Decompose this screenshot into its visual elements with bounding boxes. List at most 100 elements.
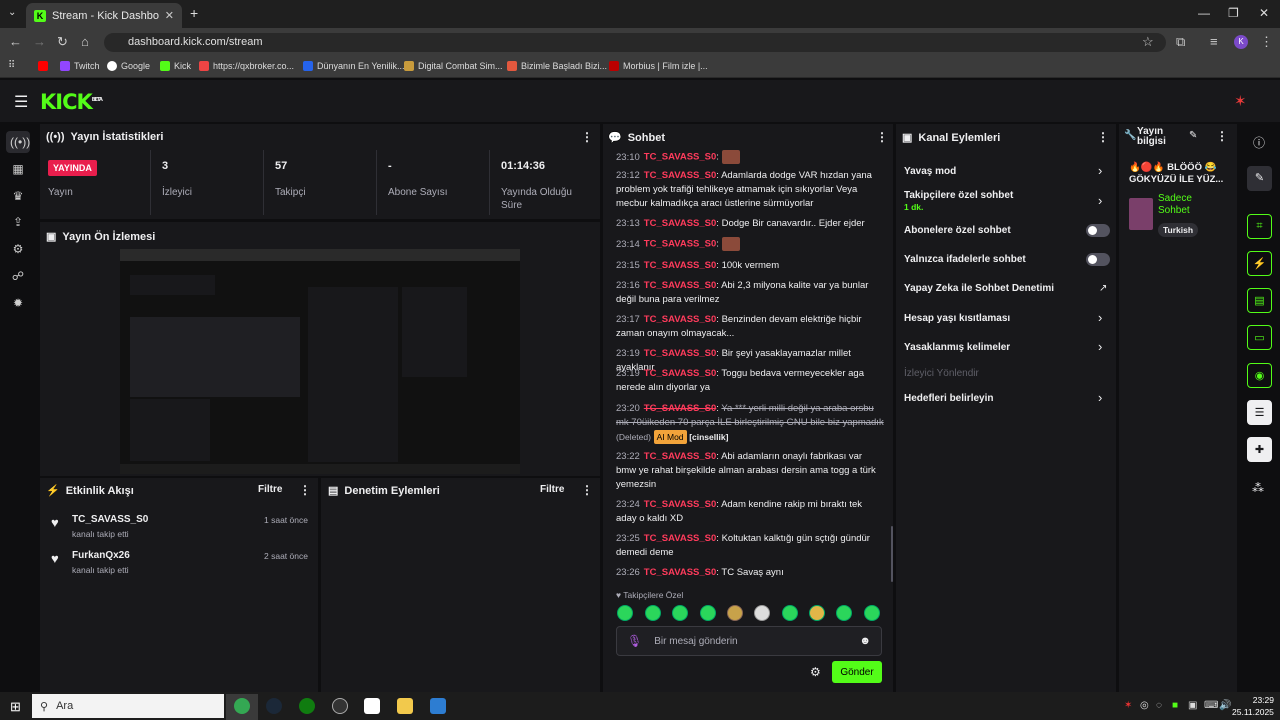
apps-grid-icon[interactable]: ⠿ — [8, 60, 15, 71]
tray-icon[interactable]: ■ — [1172, 700, 1178, 711]
bookmark-1[interactable]: Google — [107, 61, 150, 71]
msg-user[interactable]: TC_SAVASS_S0 — [644, 218, 717, 229]
minimize-icon[interactable]: — — [1198, 6, 1210, 20]
stats-menu-icon[interactable]: ⋮ — [581, 130, 593, 144]
emote-chat-toggle[interactable] — [1086, 253, 1110, 266]
bookmark-3[interactable]: https://qxbroker.co... — [199, 61, 294, 71]
emote-button[interactable] — [672, 605, 688, 621]
emote-button[interactable] — [836, 605, 852, 621]
volume-icon[interactable]: 🔊 — [1219, 700, 1231, 711]
msg-user[interactable]: TC_SAVASS_S0 — [644, 499, 717, 510]
external-link-icon[interactable]: ↗ — [1099, 283, 1107, 294]
bookmark-2[interactable]: Kick — [160, 61, 191, 71]
file-explorer-icon[interactable] — [397, 698, 413, 714]
emote-button[interactable] — [645, 605, 661, 621]
media-icon[interactable]: ≡ — [1210, 34, 1218, 49]
chat-settings-icon[interactable]: ⚙ — [810, 665, 821, 679]
document-icon[interactable]: ▤ — [1247, 288, 1272, 313]
microphone-icon[interactable]: 🎙 — [627, 634, 642, 648]
msg-user[interactable]: TC_SAVASS_S0 — [644, 368, 717, 379]
send-button[interactable]: Gönder — [832, 661, 882, 683]
url-field[interactable]: dashboard.kick.com/stream — [104, 33, 1166, 52]
info-icon[interactable]: ⓘ — [1253, 134, 1265, 151]
connections-icon[interactable]: ⁂ — [1252, 481, 1264, 495]
msg-user[interactable]: TC_SAVASS_S0 — [644, 533, 717, 544]
bookmark-0[interactable]: Twitch — [60, 61, 100, 71]
browser-menu-icon[interactable]: ⋮ — [1260, 34, 1273, 50]
taskbar-search[interactable]: ⚲ Ara — [32, 694, 224, 718]
emoji-icon[interactable]: ☻ — [859, 635, 871, 647]
msg-user[interactable]: TC_SAVASS_S0 — [644, 260, 717, 271]
moderation-filter-button[interactable]: Filtre — [540, 484, 564, 495]
steam-icon[interactable] — [266, 698, 282, 714]
tray-icon[interactable]: ▣ — [1188, 700, 1197, 711]
emote-button[interactable] — [809, 605, 825, 621]
app-icon[interactable] — [332, 698, 348, 714]
settings-nav-icon[interactable]: ✹ — [10, 296, 26, 310]
capcut-icon[interactable] — [364, 698, 380, 714]
activity-user[interactable]: FurkanQx26 — [72, 550, 130, 561]
emote-button[interactable] — [754, 605, 770, 621]
msg-user[interactable]: TC_SAVASS_S0 — [644, 314, 717, 325]
chat-icon[interactable]: ▭ — [1247, 325, 1272, 350]
wrench-icon[interactable]: ✚ — [1247, 437, 1272, 462]
chevron-right-icon[interactable]: › — [1098, 339, 1102, 354]
close-window-icon[interactable]: ✕ — [1259, 6, 1269, 20]
tray-icon[interactable]: ◌ — [1156, 700, 1162, 711]
msg-user[interactable]: TC_SAVASS_S0 — [644, 152, 717, 163]
emote-button[interactable] — [782, 605, 798, 621]
stream-preview-video[interactable] — [120, 249, 520, 474]
msg-user[interactable]: TC_SAVASS_S0 — [644, 567, 717, 578]
chrome-icon[interactable] — [234, 698, 250, 714]
msg-user[interactable]: TC_SAVASS_S0 — [644, 403, 717, 414]
reload-icon[interactable]: ↻ — [57, 34, 68, 50]
bookmark-7[interactable]: Morbius | Film izle |... — [609, 61, 708, 71]
bookmark-star-icon[interactable]: ☆ — [1142, 34, 1154, 50]
moderation-menu-icon[interactable]: ⋮ — [581, 483, 593, 497]
analytics-nav-icon[interactable]: ▦ — [10, 162, 26, 176]
chevron-right-icon[interactable]: › — [1098, 193, 1102, 208]
tab-list-icon[interactable]: ⌄ — [8, 7, 16, 18]
broadcast-icon[interactable]: ◉ — [1247, 363, 1272, 388]
activity-filter-button[interactable]: Filtre — [258, 484, 282, 495]
goals-item[interactable]: Hedefleri belirleyin — [904, 393, 993, 404]
bookmark-5[interactable]: Digital Combat Sim... — [404, 61, 503, 71]
upload-nav-icon[interactable]: ⇪ — [10, 215, 26, 229]
windows-start-icon[interactable]: ⊞ — [10, 699, 21, 715]
age-restrict-item[interactable]: Hesap yaşı kısıtlaması — [904, 313, 1010, 324]
tools-nav-icon[interactable]: ⚙ — [10, 242, 26, 256]
slow-mode-item[interactable]: Yavaş mod — [904, 166, 956, 177]
clock-date[interactable]: 25.11.2025 — [1232, 707, 1274, 717]
stream-nav-icon[interactable]: ((•)) — [10, 135, 30, 149]
chat-scrollbar[interactable] — [891, 526, 893, 582]
ai-mod-item[interactable]: Yapay Zeka ile Sohbet Denetimi — [904, 283, 1054, 294]
msg-user[interactable]: TC_SAVASS_S0 — [644, 451, 717, 462]
chevron-right-icon[interactable]: › — [1098, 163, 1102, 178]
bolt-icon[interactable]: ⚡ — [1247, 251, 1272, 276]
network-icon[interactable]: ⌨ — [1204, 700, 1218, 711]
subs-chat-toggle[interactable] — [1086, 224, 1110, 237]
emote-button[interactable] — [617, 605, 633, 621]
close-tab-icon[interactable]: ✕ — [165, 9, 174, 22]
user-avatar-icon[interactable]: ✶ — [1234, 92, 1247, 110]
edit-icon[interactable]: ✎ — [1189, 130, 1197, 141]
bookmark-youtube[interactable] — [38, 61, 48, 71]
whatsapp-icon[interactable]: ◎ — [1140, 700, 1149, 711]
followers-chat-item[interactable]: Takipçilere özel sohbet — [904, 190, 1013, 201]
kick-logo[interactable]: KICKBETA — [40, 90, 103, 114]
hamburger-menu-icon[interactable]: ☰ — [14, 92, 28, 112]
xbox-icon[interactable] — [299, 698, 315, 714]
forward-icon[interactable]: → — [33, 34, 46, 49]
home-icon[interactable]: ⌂ — [81, 34, 89, 49]
tray-icon[interactable]: ✶ — [1124, 700, 1132, 711]
channel-actions-menu-icon[interactable]: ⋮ — [1097, 130, 1109, 144]
edit-layout-button[interactable]: ✎ — [1247, 166, 1272, 191]
browser-tab[interactable]: K Stream - Kick Dashboard ✕ — [26, 3, 182, 28]
chevron-right-icon[interactable]: › — [1098, 390, 1102, 405]
emote-button[interactable] — [700, 605, 716, 621]
msg-user[interactable]: TC_SAVASS_S0 — [644, 170, 717, 181]
maximize-icon[interactable]: ❐ — [1228, 6, 1239, 20]
profile-avatar[interactable]: K — [1234, 35, 1248, 49]
app-icon[interactable] — [430, 698, 446, 714]
bookmark-4[interactable]: Dünyanın En Yenilik... — [303, 61, 405, 71]
